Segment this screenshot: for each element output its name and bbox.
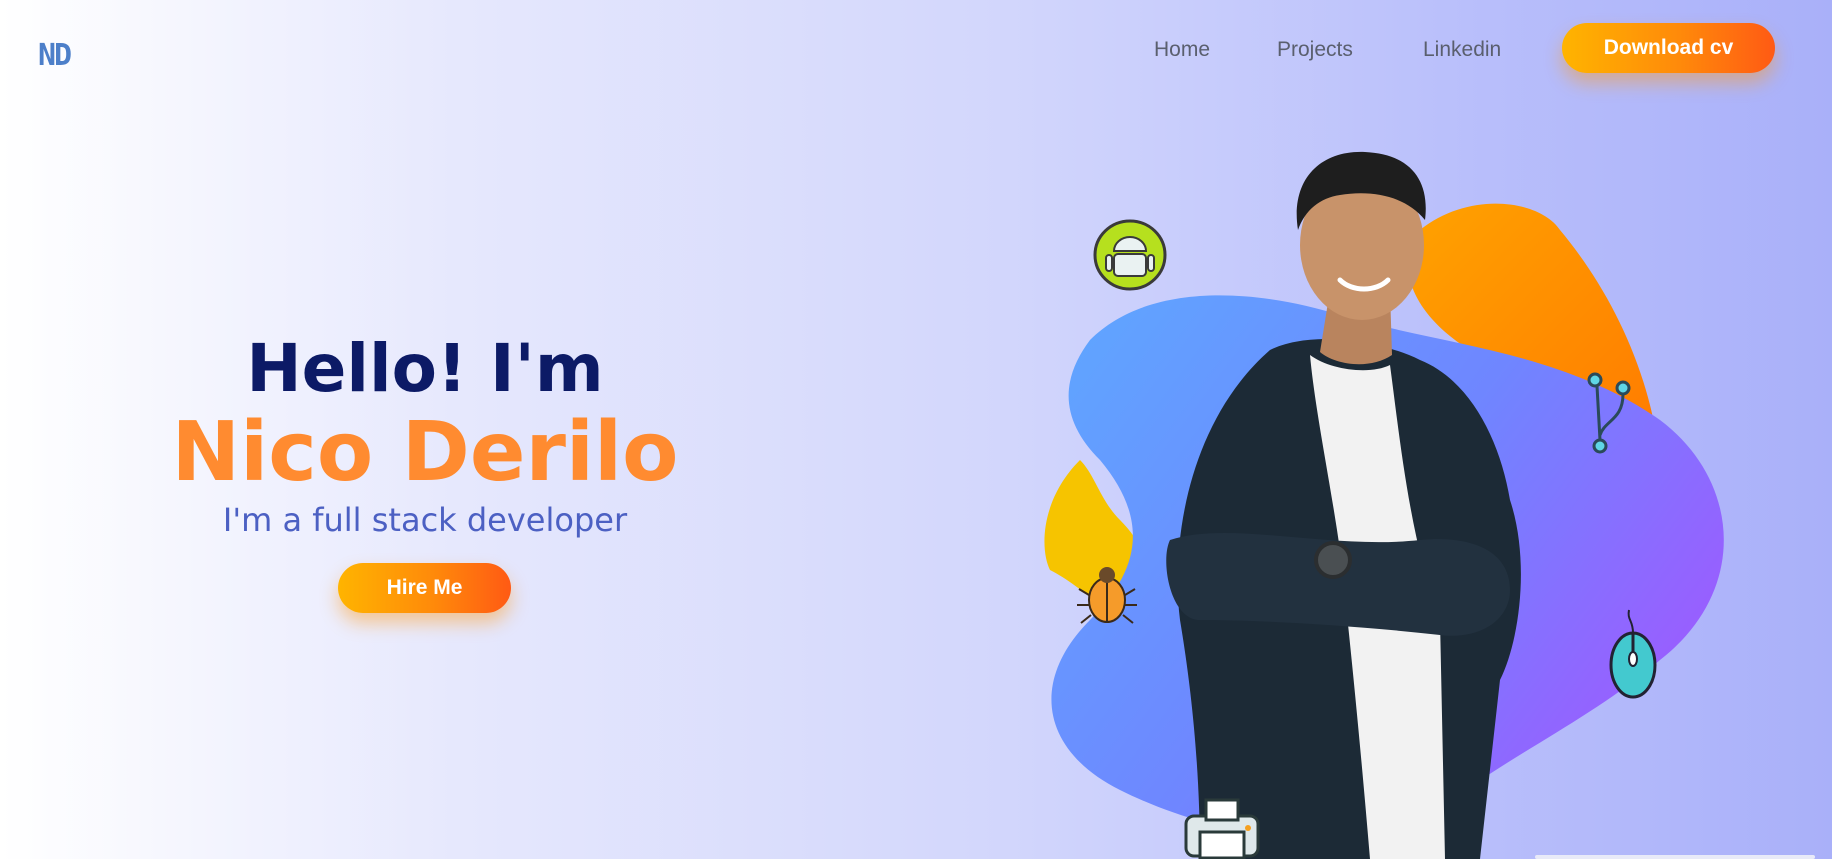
android-icon	[1093, 219, 1167, 291]
nav-home-link[interactable]: Home	[1154, 38, 1210, 62]
nav-linkedin-link[interactable]: Linkedin	[1423, 38, 1501, 62]
hire-me-button[interactable]: Hire Me	[338, 563, 511, 613]
hero-illustration	[1000, 120, 1800, 859]
hero-text-block: Hello! I'm Nico Derilo I'm a full stack …	[120, 330, 730, 542]
wristwatch	[1314, 541, 1352, 579]
download-cv-button[interactable]: Download cv	[1562, 23, 1775, 73]
hero-name: Nico Derilo	[171, 405, 679, 500]
hero-greeting: Hello! I'm	[246, 330, 604, 407]
site-logo[interactable]: ND	[38, 38, 72, 73]
scroll-indicator	[1535, 855, 1815, 859]
nav-projects-link[interactable]: Projects	[1277, 38, 1353, 62]
hero-tagline: I'm a full stack developer	[222, 501, 628, 539]
